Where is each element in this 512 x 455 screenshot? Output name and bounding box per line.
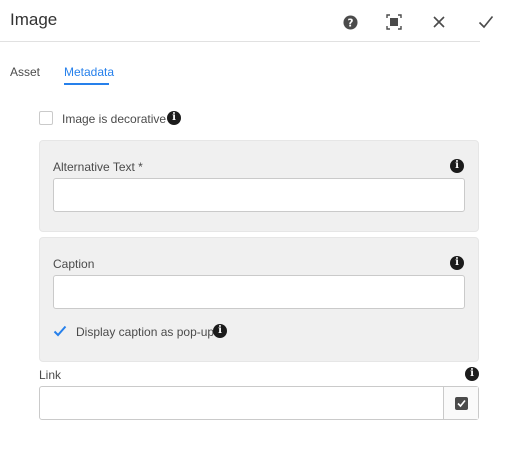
caption-info-icon[interactable]: i: [450, 256, 464, 270]
caption-field[interactable]: [53, 275, 465, 309]
caption-input[interactable]: [54, 276, 464, 308]
close-icon[interactable]: [429, 12, 449, 32]
tab-metadata[interactable]: Metadata: [64, 65, 114, 79]
decorative-label: Image is decorative: [62, 112, 167, 126]
fullscreen-icon[interactable]: [384, 12, 404, 32]
link-picker-button[interactable]: [443, 387, 478, 419]
alt-text-label: Alternative Text *: [53, 160, 143, 174]
link-info-icon[interactable]: i: [465, 367, 479, 381]
link-label: Link: [39, 368, 62, 382]
active-tab-indicator: [64, 83, 109, 85]
alt-text-info-icon[interactable]: i: [450, 159, 464, 173]
select-icon: [454, 396, 468, 410]
decorative-checkbox[interactable]: [39, 111, 53, 125]
header-divider: [0, 41, 480, 42]
svg-text:?: ?: [347, 17, 353, 29]
caption-popup-info-icon[interactable]: i: [213, 324, 227, 338]
alt-text-field[interactable]: [53, 178, 465, 212]
alt-text-input[interactable]: [54, 179, 464, 211]
link-input[interactable]: [40, 387, 443, 419]
tab-asset[interactable]: Asset: [10, 65, 40, 79]
caption-label: Caption: [53, 257, 95, 271]
caption-popup-label: Display caption as pop-up: [76, 325, 215, 339]
checkmark-icon: [53, 325, 67, 337]
caption-popup-checkbox[interactable]: [53, 324, 67, 338]
help-icon[interactable]: ?: [340, 12, 360, 32]
checkmark-icon[interactable]: [476, 12, 496, 32]
decorative-info-icon[interactable]: i: [167, 111, 181, 125]
link-field[interactable]: [39, 386, 479, 420]
dialog-title: Image: [10, 10, 58, 29]
